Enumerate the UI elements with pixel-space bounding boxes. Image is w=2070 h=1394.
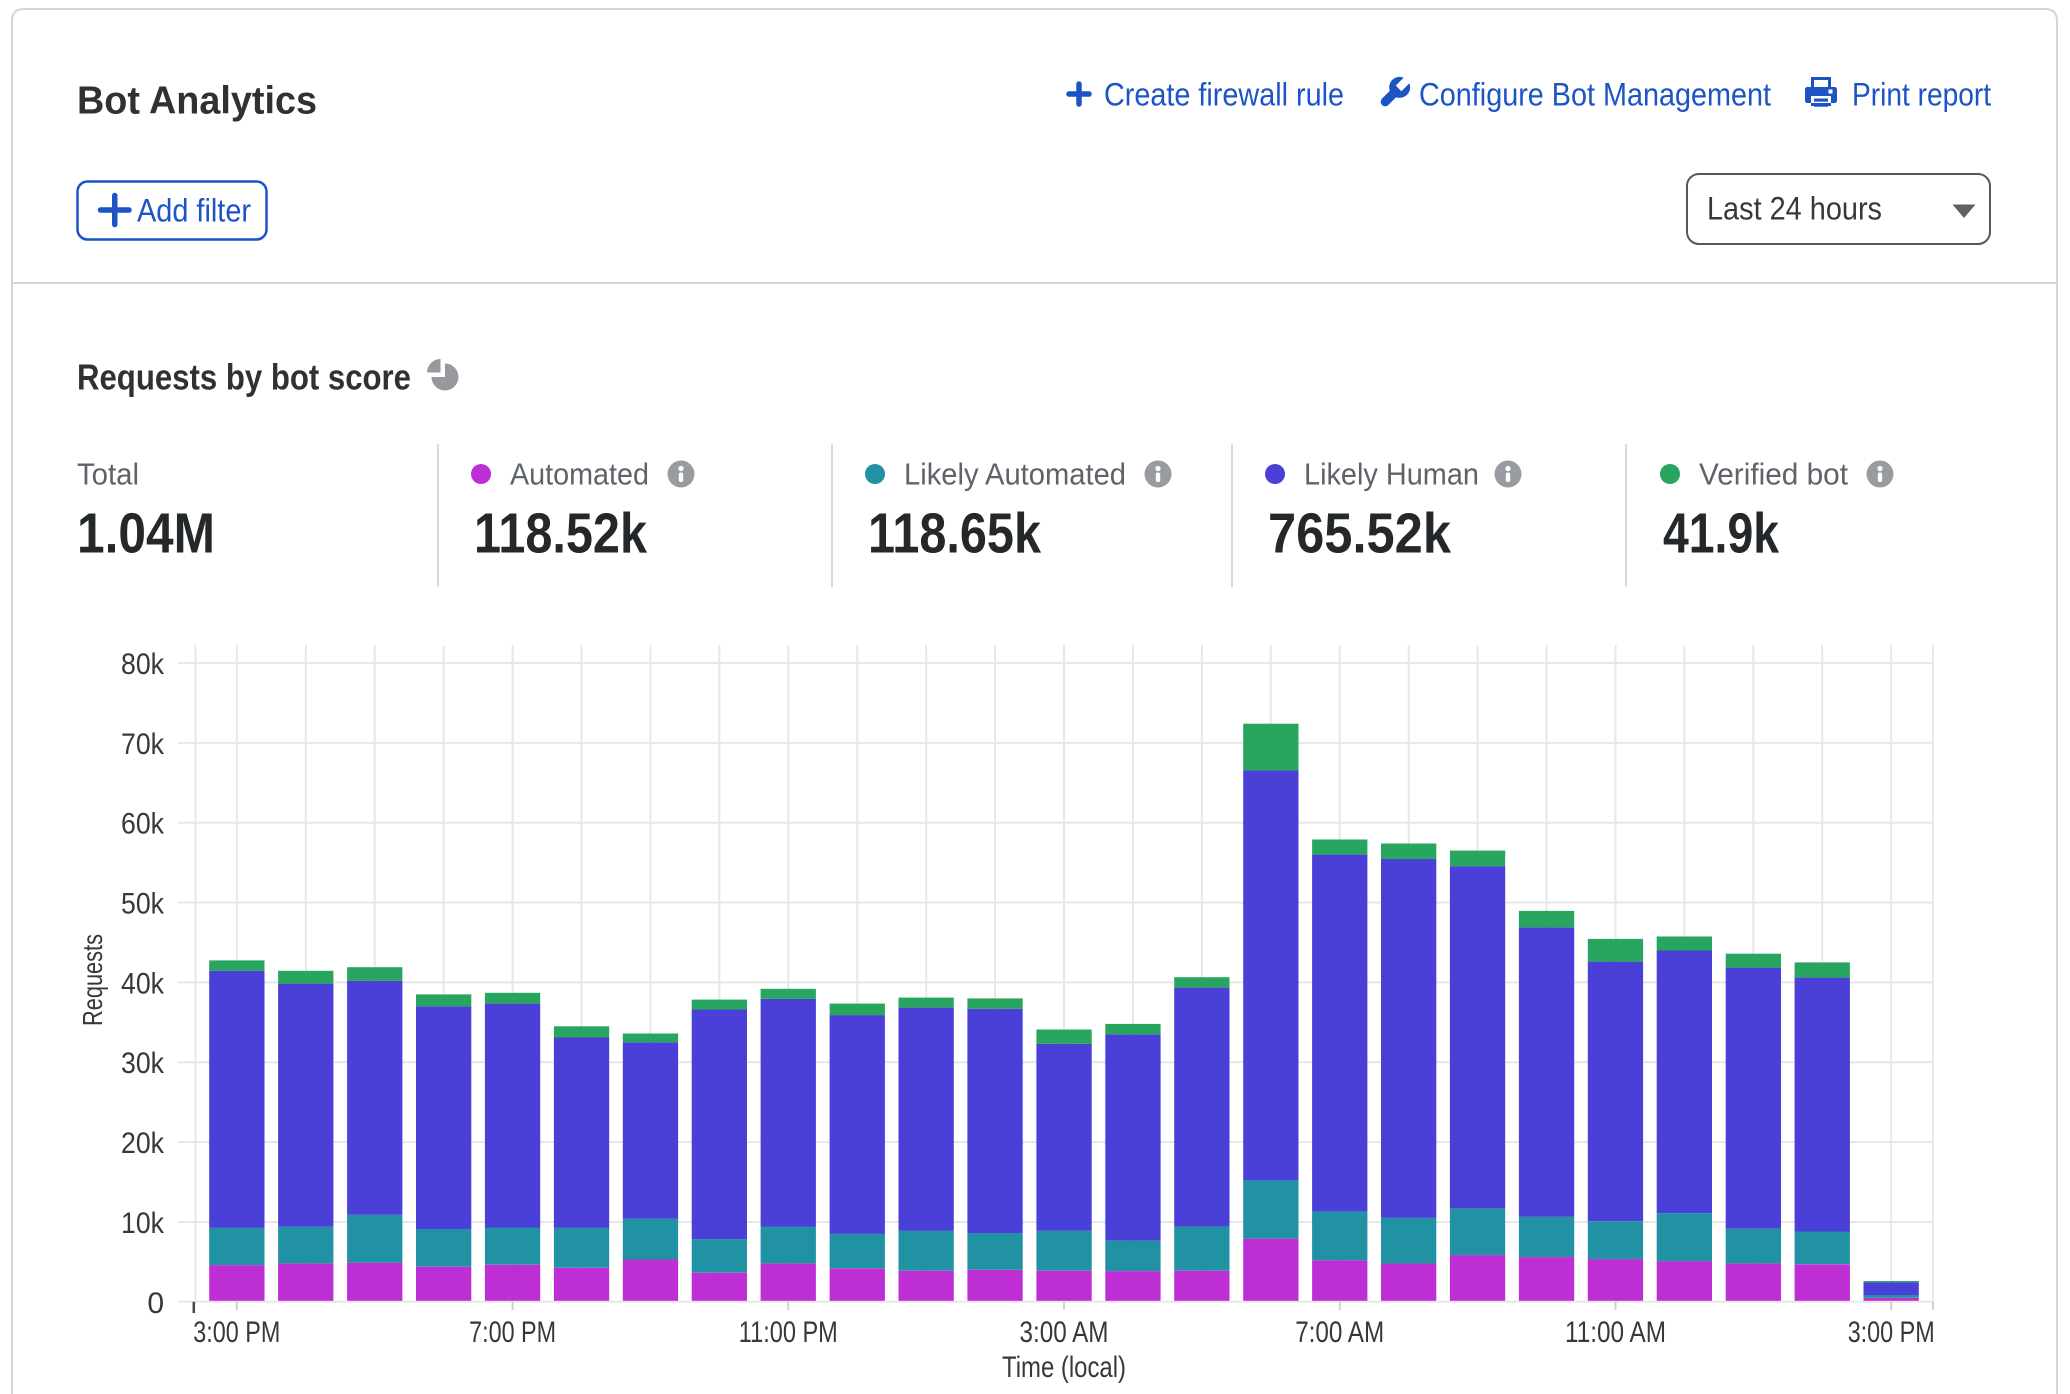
svg-text:1.04M: 1.04M — [77, 502, 215, 566]
svg-text:Print report: Print report — [1852, 77, 1991, 113]
svg-text:10k: 10k — [121, 1207, 165, 1240]
svg-text:80k: 80k — [121, 648, 165, 681]
svg-text:70k: 70k — [121, 728, 165, 761]
svg-text:11:00 AM: 11:00 AM — [1565, 1316, 1666, 1349]
svg-text:7:00 AM: 7:00 AM — [1295, 1316, 1384, 1349]
svg-text:40k: 40k — [121, 967, 165, 1000]
svg-text:118.65k: 118.65k — [868, 502, 1041, 566]
svg-text:118.52k: 118.52k — [474, 502, 647, 566]
svg-text:Create firewall rule: Create firewall rule — [1104, 77, 1344, 113]
svg-text:3:00 AM: 3:00 AM — [1020, 1316, 1109, 1349]
svg-text:Time (local): Time (local) — [1002, 1351, 1126, 1384]
svg-text:7:00 PM: 7:00 PM — [469, 1316, 556, 1349]
svg-text:Requests: Requests — [77, 934, 108, 1026]
svg-text:Bot Analytics: Bot Analytics — [77, 80, 317, 123]
svg-text:Add filter: Add filter — [137, 193, 251, 229]
svg-text:Verified bot: Verified bot — [1699, 457, 1848, 492]
svg-text:41.9k: 41.9k — [1663, 502, 1779, 566]
svg-text:60k: 60k — [121, 808, 165, 841]
svg-text:0: 0 — [147, 1287, 164, 1320]
svg-text:Requests by bot score: Requests by bot score — [77, 357, 411, 398]
svg-text:Likely Automated: Likely Automated — [904, 457, 1126, 492]
svg-text:Total: Total — [77, 457, 139, 492]
svg-text:3:00 PM: 3:00 PM — [193, 1316, 280, 1349]
svg-text:3:00 PM: 3:00 PM — [1848, 1316, 1935, 1349]
svg-text:Configure Bot Management: Configure Bot Management — [1419, 77, 1771, 113]
svg-text:Last 24 hours: Last 24 hours — [1707, 191, 1882, 227]
svg-text:50k: 50k — [121, 888, 165, 921]
svg-text:20k: 20k — [121, 1127, 165, 1160]
svg-text:Likely Human: Likely Human — [1304, 457, 1479, 492]
svg-text:11:00 PM: 11:00 PM — [739, 1316, 838, 1349]
svg-text:765.52k: 765.52k — [1268, 502, 1451, 566]
svg-text:Automated: Automated — [510, 457, 649, 492]
svg-text:30k: 30k — [121, 1047, 165, 1080]
